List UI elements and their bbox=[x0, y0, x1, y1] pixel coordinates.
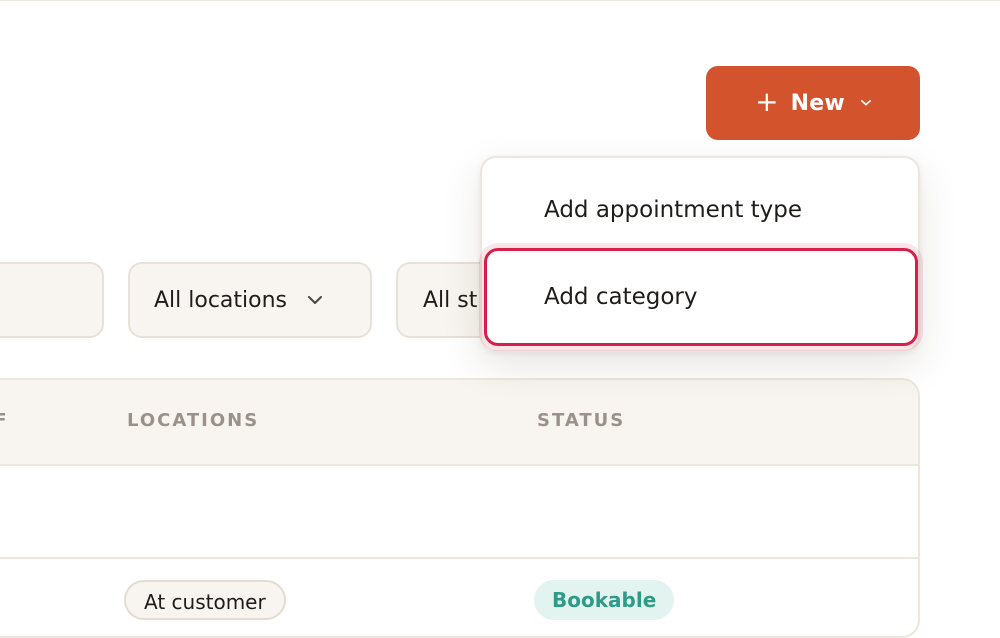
column-header-staff: FF bbox=[0, 410, 9, 431]
chevron-down-icon bbox=[307, 295, 323, 305]
chevron-down-icon bbox=[860, 98, 871, 108]
top-divider bbox=[0, 0, 1000, 1]
new-button-label: New bbox=[790, 90, 845, 116]
column-header-status: STATUS bbox=[537, 410, 626, 431]
location-chip: At customer bbox=[124, 580, 286, 620]
status-filter-label: All st bbox=[423, 287, 478, 313]
new-dropdown-menu: Add appointment type Add category bbox=[480, 156, 920, 352]
appointment-types-table: FF LOCATIONS STATUS At customer Bookable bbox=[0, 378, 920, 638]
search-input[interactable] bbox=[0, 262, 104, 338]
row-divider bbox=[0, 557, 918, 559]
new-button[interactable]: + New bbox=[706, 66, 920, 140]
locations-filter-select[interactable]: All locations bbox=[128, 262, 372, 338]
column-header-locations: LOCATIONS bbox=[127, 410, 260, 431]
menu-item-label: Add category bbox=[544, 284, 698, 310]
table-header: FF LOCATIONS STATUS bbox=[0, 380, 918, 466]
menu-item-add-category[interactable]: Add category bbox=[484, 248, 918, 346]
menu-item-add-appointment-type[interactable]: Add appointment type bbox=[482, 166, 918, 254]
plus-icon: + bbox=[755, 85, 779, 118]
locations-filter-label: All locations bbox=[154, 287, 288, 313]
status-badge: Bookable bbox=[534, 580, 675, 620]
menu-item-label: Add appointment type bbox=[544, 197, 803, 223]
